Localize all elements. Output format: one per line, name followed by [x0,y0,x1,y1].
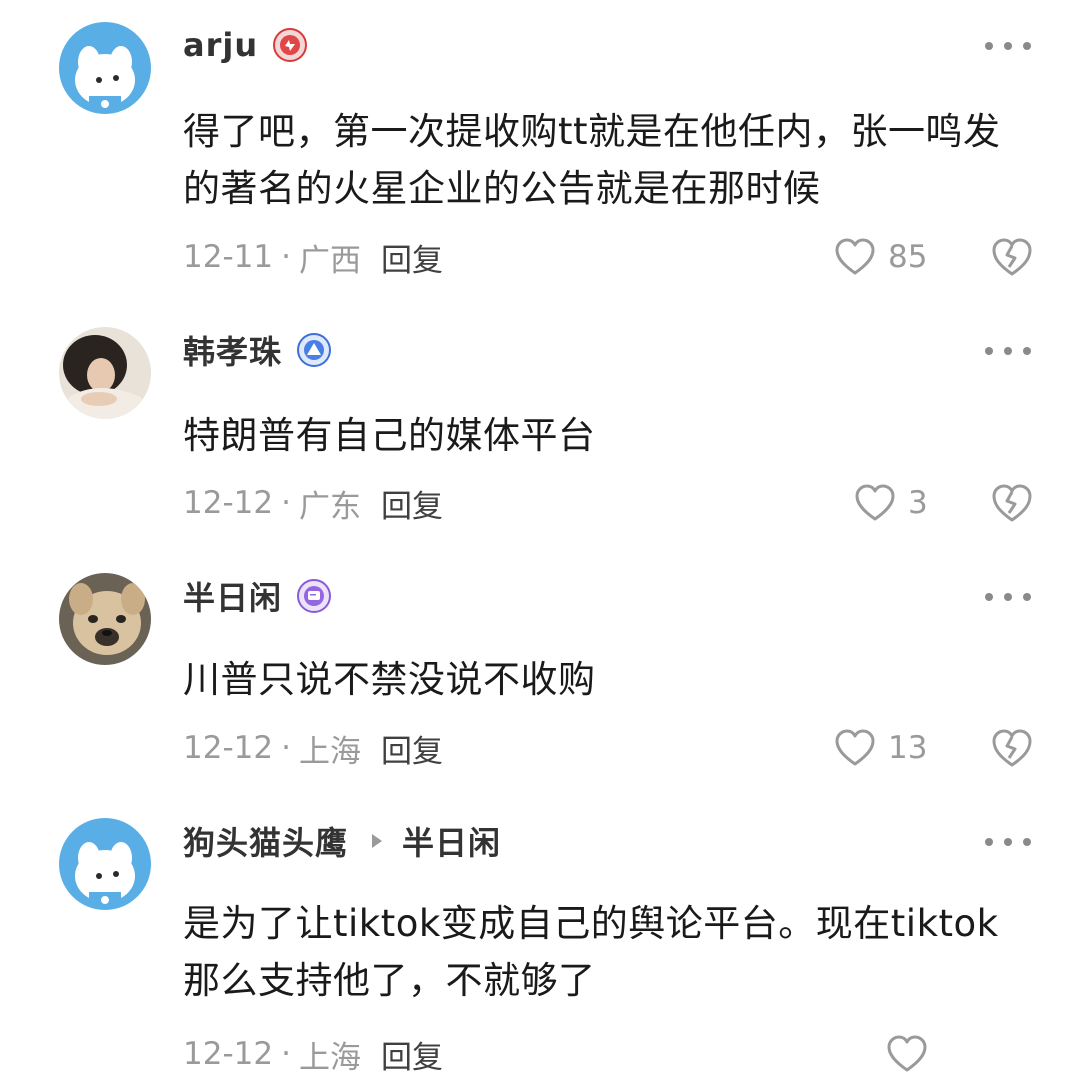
comment-location: 上海 [298,1039,361,1076]
like-button[interactable] [886,1032,940,1076]
comment-location: 上海 [298,733,361,770]
comment-meta: 12-11 · 广西 回复 [183,235,443,279]
comment-text: 是为了让tiktok变成自己的舆论平台。现在tiktok那么支持他了，不就够了 [183,902,999,1002]
meta-separator: · [281,1036,291,1072]
dislike-button[interactable] [990,235,1034,279]
reply-button[interactable]: 回复 [381,235,443,280]
meta-separator: · [281,485,291,521]
heart-icon [835,729,875,766]
dog-avatar-icon [59,22,151,114]
comment-author[interactable]: arju [183,26,258,64]
heart-icon [835,238,875,275]
comment-meta: 12-12 · 上海 回复 [183,1032,443,1076]
avatar[interactable] [59,818,151,910]
meta-separator: · [281,239,291,275]
comment-date: 12-12 [183,485,274,521]
more-options-icon[interactable] [985,345,1031,357]
avatar[interactable] [59,573,151,665]
comment-author[interactable]: 狗头猫头鹰 [183,818,348,864]
red-badge-icon [272,27,308,63]
dog-photo-avatar-icon [59,573,151,665]
comment-author[interactable]: 韩孝珠 [183,327,282,373]
meta-separator: · [281,730,291,766]
heart-icon [887,1035,927,1072]
comment-text: 特朗普有自己的媒体平台 [183,414,596,457]
comment-author[interactable]: 半日闲 [183,573,282,619]
comment-date: 12-12 [183,1036,274,1072]
like-button[interactable]: 85 [834,235,927,279]
like-button[interactable]: 13 [834,726,927,770]
like-count: 3 [908,485,928,521]
comment-date: 12-12 [183,730,274,766]
dislike-button[interactable] [990,726,1034,770]
comment-text: 川普只说不禁没说不收购 [183,658,596,701]
comment-location: 广东 [298,488,361,525]
more-options-icon[interactable] [985,836,1031,848]
broken-heart-icon [992,238,1032,276]
broken-heart-icon [992,484,1032,522]
comment-meta: 12-12 · 广东 回复 [183,481,443,525]
avatar[interactable] [59,327,151,419]
woman-photo-avatar-icon [59,327,151,419]
dog-avatar-icon [59,818,151,910]
like-button[interactable]: 3 [854,481,928,525]
heart-icon [855,484,895,521]
blue-level-badge-icon [296,332,332,368]
purple-chat-badge-icon [296,578,332,614]
more-options-icon[interactable] [985,40,1031,52]
reply-button[interactable]: 回复 [381,1032,443,1077]
reply-to-author[interactable]: 半日闲 [402,818,501,864]
comment-text: 得了吧，第一次提收购tt就是在他任内，张一鸣发的著名的火星企业的公告就是在那时候 [183,110,1001,210]
comment-location: 广西 [298,242,361,279]
broken-heart-icon [992,729,1032,767]
avatar[interactable] [59,22,151,114]
reply-button[interactable]: 回复 [381,481,443,526]
more-options-icon[interactable] [985,591,1031,603]
reply-arrow-icon [370,832,384,850]
comment-date: 12-11 [183,239,274,275]
like-count: 85 [888,239,928,275]
like-count: 13 [888,730,928,766]
dislike-button[interactable] [990,481,1034,525]
comment-meta: 12-12 · 上海 回复 [183,726,443,770]
reply-button[interactable]: 回复 [381,726,443,771]
